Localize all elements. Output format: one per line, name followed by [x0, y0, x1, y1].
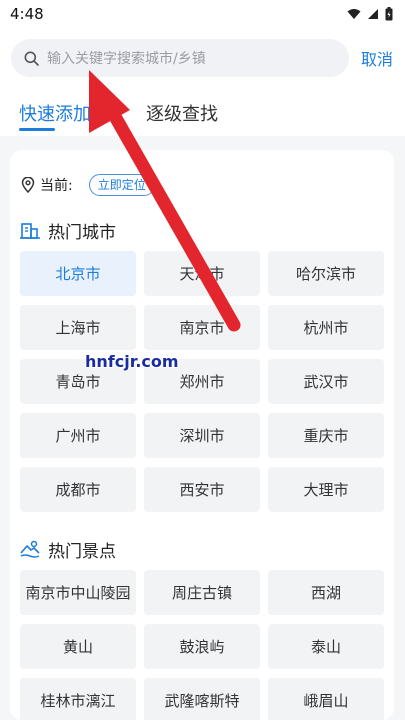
hot-spots-grid: 南京市中山陵园 周庄古镇 西湖 黄山 鼓浪屿 泰山 桂林市漓江 武隆喀斯特 峨眉… [20, 570, 385, 720]
city-item[interactable]: 深圳市 [144, 413, 260, 458]
city-item[interactable]: 北京市 [20, 251, 136, 296]
tab-quick-add[interactable]: 快速添加 [19, 100, 91, 126]
hot-cities-header: 热门城市 [20, 217, 116, 243]
tab-step-search[interactable]: 逐级查找 [146, 100, 218, 126]
status-icons [347, 7, 393, 21]
city-item[interactable]: 成都市 [20, 467, 136, 512]
cancel-button[interactable]: 取消 [361, 46, 393, 70]
city-item[interactable]: 重庆市 [268, 413, 384, 458]
city-item[interactable]: 大理市 [268, 467, 384, 512]
spot-item[interactable]: 南京市中山陵园 [20, 570, 136, 615]
city-item[interactable]: 广州市 [20, 413, 136, 458]
city-item[interactable]: 南京市 [144, 305, 260, 350]
signal-icon [368, 9, 378, 19]
search-row: 输入关键字搜索城市/乡镇 取消 [0, 36, 405, 80]
spot-item[interactable]: 鼓浪屿 [144, 624, 260, 669]
spot-item[interactable]: 周庄古镇 [144, 570, 260, 615]
hot-spots-title: 热门景点 [48, 541, 116, 562]
spot-item[interactable]: 西湖 [268, 570, 384, 615]
battery-icon [385, 7, 393, 21]
search-placeholder: 输入关键字搜索城市/乡镇 [47, 51, 206, 67]
city-item[interactable]: 上海市 [20, 305, 136, 350]
current-location-row: 当前: 立即定位 [21, 173, 155, 197]
spot-item[interactable]: 泰山 [268, 624, 384, 669]
city-item[interactable]: 西安市 [144, 467, 260, 512]
city-item[interactable]: 哈尔滨市 [268, 251, 384, 296]
watermark-text: hnfcjr.com [85, 352, 179, 371]
spot-item[interactable]: 黄山 [20, 624, 136, 669]
city-item[interactable]: 杭州市 [268, 305, 384, 350]
tab-bar: 快速添加 逐级查找 [0, 92, 405, 136]
city-item[interactable]: 武汉市 [268, 359, 384, 404]
scenic-mountain-icon [20, 540, 40, 558]
city-building-icon [20, 223, 40, 239]
locate-now-button[interactable]: 立即定位 [88, 174, 155, 196]
hot-spots-header: 热门景点 [20, 536, 116, 562]
current-location-label: 当前: [40, 178, 73, 194]
hot-cities-grid: 北京市 天津市 哈尔滨市 上海市 南京市 杭州市 青岛市 郑州市 武汉市 广州市… [20, 251, 385, 512]
spot-item[interactable]: 桂林市漓江 [20, 678, 136, 720]
spot-item[interactable]: 武隆喀斯特 [144, 678, 260, 720]
status-bar: 4:48 [0, 0, 405, 28]
search-icon [24, 51, 39, 66]
hot-cities-title: 热门城市 [48, 222, 116, 243]
location-pin-icon [21, 177, 35, 193]
tab-active-indicator [19, 128, 55, 131]
spot-item[interactable]: 峨眉山 [268, 678, 384, 720]
status-time: 4:48 [10, 5, 44, 23]
search-input[interactable]: 输入关键字搜索城市/乡镇 [11, 39, 349, 77]
wifi-icon [347, 9, 361, 19]
city-item[interactable]: 天津市 [144, 251, 260, 296]
